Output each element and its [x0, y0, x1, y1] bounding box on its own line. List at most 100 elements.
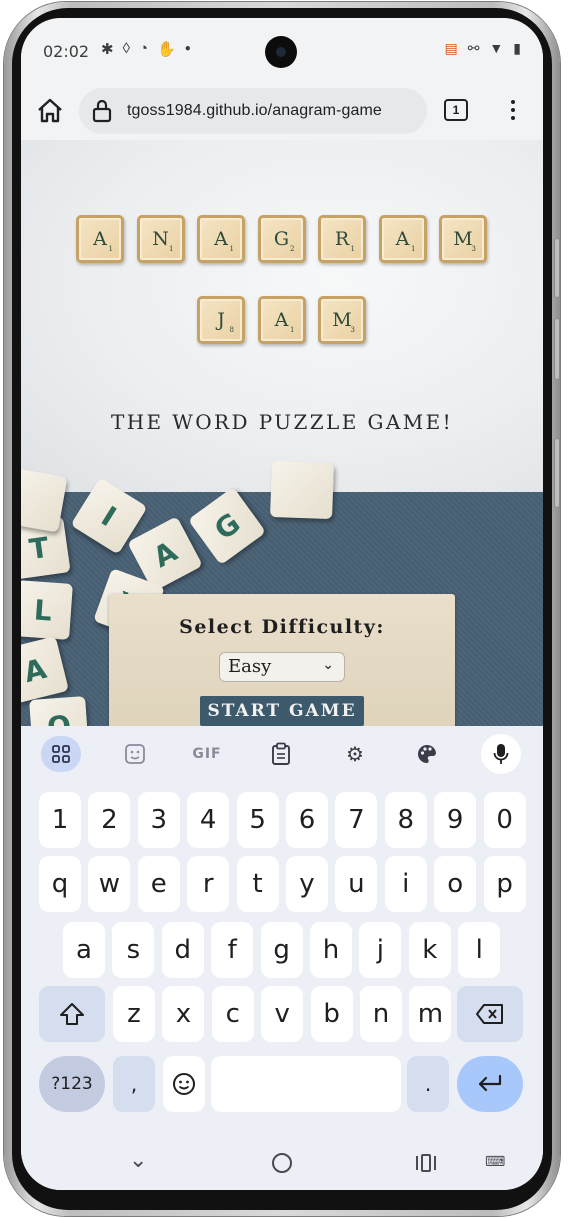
sticker-icon[interactable] [115, 736, 155, 772]
letter-tile: G2 [257, 215, 306, 263]
tile-points: 1 [411, 245, 416, 253]
tile-letter: A [93, 228, 107, 250]
key-u[interactable]: u [335, 856, 378, 912]
comma-key[interactable]: , [113, 1056, 155, 1112]
key-9[interactable]: 9 [434, 792, 477, 848]
key-x[interactable]: x [162, 986, 205, 1042]
tile-points: 1 [350, 245, 355, 253]
key-r[interactable]: r [187, 856, 230, 912]
palette-icon[interactable] [407, 736, 447, 772]
difficulty-value: Easy [228, 656, 272, 677]
notification-icons: ✱ ◊ ◔ ✋ ● [101, 40, 191, 58]
key-i[interactable]: i [384, 856, 427, 912]
home-icon[interactable] [35, 96, 65, 126]
address-bar[interactable]: tgoss1984.github.io/anagram-game [79, 88, 427, 134]
gear-icon: ✱ [101, 41, 114, 58]
key-s[interactable]: s [112, 922, 155, 978]
difficulty-panel: Select Difficulty: Easy ⌄ START GAME [109, 594, 455, 726]
tab-switcher-button[interactable]: 1 [444, 99, 468, 121]
chevron-down-icon: ⌄ [322, 657, 334, 673]
tile-points: 2 [290, 245, 295, 253]
web-content: A1N1A1G2R1A1M3 J8A1M3 THE WORD PUZZLE GA… [21, 140, 543, 726]
dot-icon: ● [184, 43, 191, 54]
key-3[interactable]: 3 [137, 792, 180, 848]
key-d[interactable]: d [161, 922, 204, 978]
key-o[interactable]: o [434, 856, 477, 912]
key-1[interactable]: 1 [39, 792, 81, 848]
enter-key[interactable] [457, 1056, 523, 1112]
decor-tile [270, 460, 334, 520]
tile-points: 3 [471, 245, 476, 253]
face-icon: ◔ [139, 40, 149, 57]
shield-icon: ◊ [122, 40, 130, 57]
apps-icon[interactable] [41, 736, 81, 772]
key-k[interactable]: k [408, 922, 451, 978]
decor-tile: A [21, 636, 69, 704]
difficulty-select[interactable]: Easy ⌄ [219, 652, 345, 682]
hand-icon: ✋ [157, 41, 176, 58]
key-e[interactable]: e [137, 856, 180, 912]
key-8[interactable]: 8 [384, 792, 427, 848]
shift-key[interactable] [39, 986, 105, 1042]
key-f[interactable]: f [211, 922, 254, 978]
key-6[interactable]: 6 [286, 792, 328, 848]
key-5[interactable]: 5 [236, 792, 279, 848]
tile-points: 3 [350, 326, 355, 334]
key-h[interactable]: h [310, 922, 352, 978]
key-l[interactable]: l [458, 922, 501, 978]
tile-letter: A [395, 228, 410, 250]
tagline: THE WORD PUZZLE GAME! [110, 410, 454, 434]
hero-banner: A1N1A1G2R1A1M3 J8A1M3 THE WORD PUZZLE GA… [21, 140, 543, 492]
system-icons: ▤ ⚯ ▼ ▮ [444, 40, 521, 57]
key-2[interactable]: 2 [88, 792, 131, 848]
tile-letter: A [274, 309, 289, 331]
tile-letter: A [214, 228, 228, 250]
start-game-button[interactable]: START GAME [200, 696, 364, 726]
difficulty-label: Select Difficulty: [179, 616, 385, 638]
symbols-key[interactable]: ?123 [39, 1056, 105, 1112]
keyboard-toolbar: GIF ⚙ [21, 726, 543, 782]
key-0[interactable]: 0 [483, 792, 526, 848]
tile-letter: J [217, 309, 225, 331]
recents-icon[interactable] [415, 1152, 437, 1174]
key-j[interactable]: j [359, 922, 402, 978]
battery-icon: ▮ [513, 40, 521, 56]
period-key[interactable]: . [407, 1056, 449, 1112]
key-m[interactable]: m [409, 986, 452, 1042]
space-key[interactable] [211, 1056, 401, 1112]
decor-tile: L [21, 580, 73, 640]
gif-button[interactable]: GIF [187, 736, 227, 772]
key-4[interactable]: 4 [187, 792, 230, 848]
lock-icon [92, 99, 112, 123]
more-menu-icon[interactable] [505, 96, 521, 124]
key-q[interactable]: q [39, 856, 81, 912]
on-screen-keyboard: GIF ⚙ 1234567890 qwertyuiop asdfghjkl zxcvb… [21, 726, 543, 1190]
key-z[interactable]: z [113, 986, 155, 1042]
cast-icon: ▤ [444, 40, 458, 56]
decor-tile: O [29, 696, 89, 726]
backspace-key[interactable] [457, 986, 523, 1042]
hide-keyboard-icon[interactable]: ⌄ [129, 1148, 147, 1173]
mic-icon[interactable] [481, 734, 521, 774]
home-circle-icon[interactable] [271, 1152, 293, 1174]
emoji-icon[interactable] [163, 1056, 205, 1112]
url-text: tgoss1984.github.io/anagram-game [127, 102, 382, 119]
key-7[interactable]: 7 [335, 792, 378, 848]
key-n[interactable]: n [360, 986, 402, 1042]
key-t[interactable]: t [236, 856, 279, 912]
key-v[interactable]: v [261, 986, 304, 1042]
settings-icon[interactable]: ⚙ [335, 736, 375, 772]
key-y[interactable]: y [286, 856, 328, 912]
key-b[interactable]: b [310, 986, 353, 1042]
decor-tile: G [187, 486, 267, 566]
letter-tile: A1 [378, 215, 427, 263]
key-c[interactable]: c [211, 986, 254, 1042]
clipboard-icon[interactable] [261, 736, 301, 772]
tile-points: 1 [290, 326, 295, 334]
key-p[interactable]: p [483, 856, 526, 912]
key-w[interactable]: w [88, 856, 131, 912]
key-g[interactable]: g [260, 922, 303, 978]
keyboard-switch-icon[interactable]: ⌨ [485, 1154, 505, 1170]
key-a[interactable]: a [63, 922, 105, 978]
letter-tile: A1 [76, 215, 124, 263]
